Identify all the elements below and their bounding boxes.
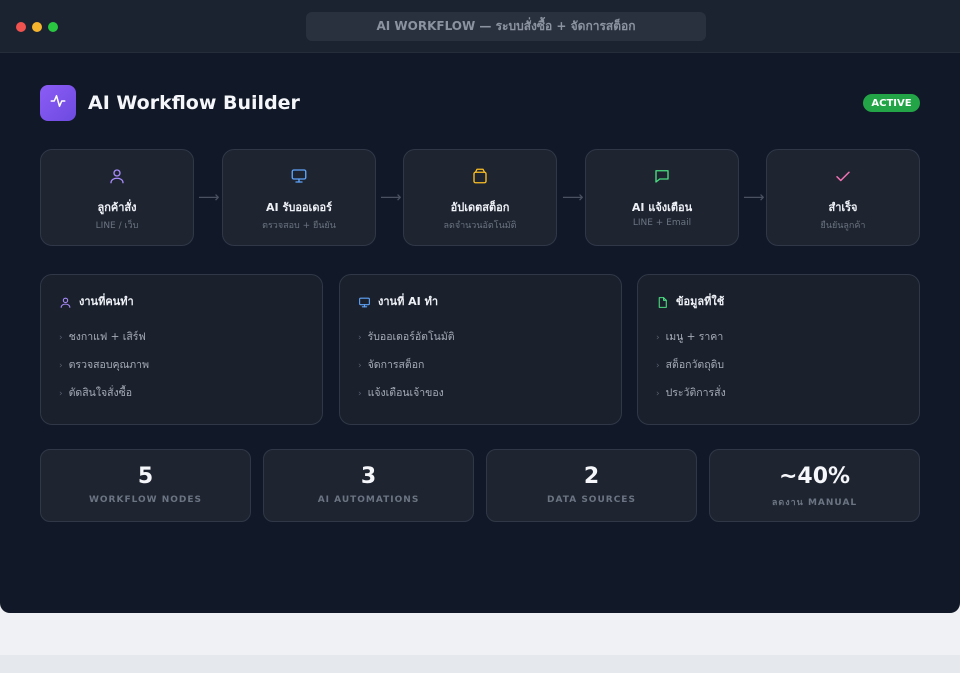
- node-subtitle: LINE + Email: [632, 218, 692, 228]
- close-window-button[interactable]: [16, 22, 26, 32]
- node-label: สำเร็จ: [828, 201, 858, 214]
- node-label: อัปเดตสต็อก: [450, 201, 510, 214]
- panel-title: ข้อมูลที่ใช้: [676, 295, 725, 308]
- address-bar[interactable]: AI WORKFLOW — ระบบสั่งซื้อ + จัดการสต็อก: [306, 12, 706, 41]
- stat-label: ลดงาน MANUAL: [771, 498, 858, 508]
- chevron-right-icon: ›: [59, 333, 63, 343]
- list-item: › ตรวจสอบคุณภาพ: [59, 359, 149, 371]
- monitor-icon: [288, 165, 310, 187]
- minimize-window-button[interactable]: [32, 22, 42, 32]
- node-subtitle: LINE / เว็บ: [95, 221, 139, 231]
- chevron-right-icon: ›: [358, 333, 362, 343]
- chevron-right-icon: ›: [358, 361, 362, 371]
- chat-icon: [651, 165, 673, 187]
- workflow-node-success[interactable]: สำเร็จ ยืนยันลูกค้า: [766, 149, 920, 246]
- chevron-right-icon: ›: [59, 361, 63, 371]
- stat-manual-reduction: ~40% ลดงาน MANUAL: [709, 449, 920, 522]
- chevron-right-icon: ›: [59, 389, 63, 399]
- panel-human-tasks: งานที่คนทำ › ชงกาแฟ + เสิร์ฟ › ตรวจสอบคุณภ…: [40, 274, 323, 425]
- list-item: › ประวัติการสั่ง: [656, 387, 726, 399]
- bottom-edge: [0, 655, 960, 673]
- panel-title: งานที่คนทำ: [79, 295, 134, 308]
- list-item: › จัดการสต็อก: [358, 359, 425, 371]
- status-badge: ACTIVE: [863, 94, 920, 112]
- list-item: › ชงกาแฟ + เสิร์ฟ: [59, 331, 146, 343]
- stat-ai-automations: 3 AI AUTOMATIONS: [263, 449, 474, 522]
- chevron-right-icon: ›: [656, 389, 660, 399]
- workflow-node-ai-notify[interactable]: AI แจ้งเตือน LINE + Email: [585, 149, 739, 246]
- stat-value: 5: [137, 464, 154, 489]
- check-icon: [832, 165, 854, 187]
- list-item: › เมนู + ราคา: [656, 331, 724, 343]
- stat-workflow-nodes: 5 WORKFLOW NODES: [40, 449, 251, 522]
- stat-value: 2: [583, 464, 600, 489]
- node-subtitle: ลดจำนวนอัตโนมัติ: [443, 221, 517, 231]
- workflow-node-ai-order[interactable]: AI รับออเดอร์ ตรวจสอบ + ยืนยัน: [222, 149, 376, 246]
- stat-value: ~40%: [778, 464, 851, 489]
- stat-label: WORKFLOW NODES: [88, 495, 203, 505]
- list-item: › ตัดสินใจสั่งซื้อ: [59, 387, 133, 399]
- panel-ai-tasks: งานที่ AI ทำ › รับออเดอร์อัตโนมัติ › จัดกา…: [339, 274, 622, 425]
- arrow-right-icon: ⟶: [198, 188, 220, 206]
- node-label: ลูกค้าสั่ง: [97, 201, 137, 214]
- app-window: AI WORKFLOW — ระบบสั่งซื้อ + จัดการสต็อก…: [0, 0, 960, 613]
- stat-data-sources: 2 DATA SOURCES: [486, 449, 697, 522]
- chevron-right-icon: ›: [656, 333, 660, 343]
- node-subtitle: ตรวจสอบ + ยืนยัน: [262, 221, 336, 231]
- window-titlebar: AI WORKFLOW — ระบบสั่งซื้อ + จัดการสต็อก: [0, 0, 960, 53]
- workflow-node-customer-order[interactable]: ลูกค้าสั่ง LINE / เว็บ: [40, 149, 194, 246]
- workflow-node-update-stock[interactable]: อัปเดตสต็อก ลดจำนวนอัตโนมัติ: [403, 149, 557, 246]
- panel-data-used: ข้อมูลที่ใช้ › เมนู + ราคา › สต็อกวัตถุดิบ…: [637, 274, 920, 425]
- list-item: › รับออเดอร์อัตโนมัติ: [358, 331, 455, 343]
- node-label: AI รับออเดอร์: [266, 201, 332, 214]
- list-item: › แจ้งเตือนเจ้าของ: [358, 387, 444, 399]
- arrow-right-icon: ⟶: [743, 188, 765, 206]
- stat-label: AI AUTOMATIONS: [317, 495, 420, 505]
- chevron-right-icon: ›: [656, 361, 660, 371]
- monitor-icon: [357, 295, 371, 309]
- box-icon: [469, 165, 491, 187]
- panel-title: งานที่ AI ทำ: [378, 295, 439, 308]
- user-icon: [58, 295, 72, 309]
- document-icon: [655, 295, 669, 309]
- node-label: AI แจ้งเตือน: [631, 201, 693, 214]
- list-item: › สต็อกวัตถุดิบ: [656, 359, 725, 371]
- app-logo: [40, 85, 76, 121]
- user-icon: [106, 165, 128, 187]
- stat-value: 3: [360, 464, 377, 489]
- node-subtitle: ยืนยันลูกค้า: [820, 221, 866, 231]
- maximize-window-button[interactable]: [48, 22, 58, 32]
- stat-label: DATA SOURCES: [547, 495, 636, 505]
- activity-pulse-icon: [49, 92, 67, 114]
- page-title: AI Workflow Builder: [88, 92, 300, 114]
- arrow-right-icon: ⟶: [380, 188, 402, 206]
- arrow-right-icon: ⟶: [562, 188, 584, 206]
- chevron-right-icon: ›: [358, 389, 362, 399]
